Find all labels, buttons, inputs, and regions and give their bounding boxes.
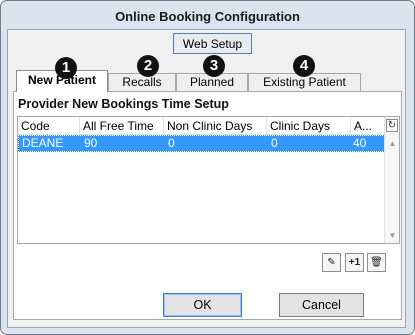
- edit-row-button[interactable]: ✎: [322, 253, 341, 272]
- web-setup-button[interactable]: Web Setup: [173, 33, 252, 54]
- grid-header: Code All Free Time Non Clinic Days Clini…: [18, 117, 385, 135]
- column-header-all-free-time[interactable]: All Free Time: [80, 117, 164, 135]
- table-row[interactable]: DEANE 90 0 0 40: [18, 135, 385, 152]
- add-label: +1: [348, 257, 361, 268]
- tab-badge-3: 3: [203, 55, 225, 77]
- dialog-title: Online Booking Configuration: [115, 9, 300, 24]
- scroll-down-icon[interactable]: ▼: [385, 231, 399, 240]
- column-header-clinic-days[interactable]: Clinic Days: [267, 117, 351, 135]
- grid-vertical-scrollbar[interactable]: ↻ ▲ ▼: [384, 117, 399, 243]
- tab-badge-4: 4: [293, 55, 315, 77]
- cell-a: 40: [353, 136, 367, 150]
- cell-all-free-time: 90: [84, 136, 98, 150]
- cancel-button[interactable]: Cancel: [279, 293, 364, 317]
- edit-icon: ✎: [327, 257, 336, 268]
- column-header-non-clinic-days[interactable]: Non Clinic Days: [164, 117, 267, 135]
- trash-icon: 🗑: [370, 257, 383, 268]
- provider-grid[interactable]: Code All Free Time Non Clinic Days Clini…: [17, 116, 400, 244]
- cell-clinic-days: 0: [271, 136, 278, 150]
- cell-non-clinic-days: 0: [168, 136, 175, 150]
- column-header-code[interactable]: Code: [18, 117, 80, 135]
- section-title: Provider New Bookings Time Setup: [18, 97, 229, 111]
- scroll-up-icon[interactable]: ▲: [385, 139, 399, 148]
- ok-button[interactable]: OK: [163, 293, 242, 317]
- column-header-a[interactable]: A...: [351, 117, 385, 135]
- cell-code: DEANE: [22, 136, 64, 150]
- tab-badge-1: 1: [55, 57, 77, 79]
- delete-row-button[interactable]: 🗑: [367, 253, 386, 272]
- tab-badge-2: 2: [137, 55, 159, 77]
- add-row-button[interactable]: +1: [345, 253, 364, 272]
- refresh-icon[interactable]: ↻: [386, 119, 398, 132]
